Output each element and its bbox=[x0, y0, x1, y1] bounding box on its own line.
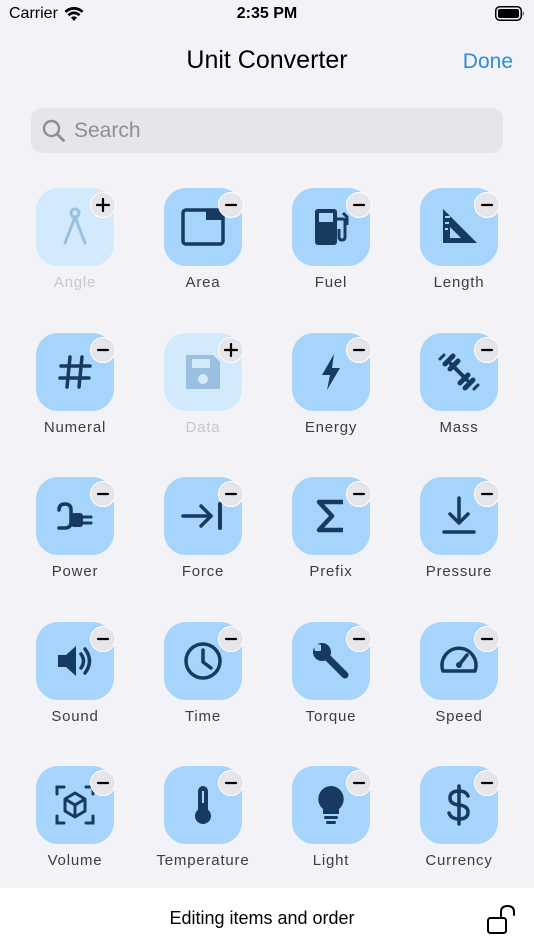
grid-item-angle[interactable]: Angle bbox=[11, 188, 139, 333]
minus-icon bbox=[352, 348, 366, 351]
minus-icon bbox=[480, 492, 494, 496]
item-label: Force bbox=[181, 563, 225, 580]
search-input[interactable] bbox=[74, 118, 474, 143]
minus-icon bbox=[224, 203, 238, 207]
grid-item-area[interactable]: Area bbox=[139, 188, 267, 333]
page-title: Unit Converter bbox=[186, 46, 348, 74]
remove-badge[interactable] bbox=[346, 481, 372, 507]
item-label: Time bbox=[185, 707, 221, 725]
grid-item-mass[interactable]: Mass bbox=[395, 332, 523, 478]
remove-badge[interactable] bbox=[90, 481, 116, 507]
add-badge[interactable] bbox=[218, 336, 244, 363]
remove-badge[interactable] bbox=[474, 336, 500, 363]
minus-icon bbox=[96, 781, 110, 785]
remove-badge[interactable] bbox=[218, 770, 244, 796]
status-bar: Carrier 2:35 PM bbox=[0, 0, 534, 28]
status-time: 2:35 PM bbox=[236, 5, 298, 22]
plus-icon bbox=[96, 198, 110, 212]
search-icon bbox=[42, 119, 65, 142]
grid-item-prefix[interactable]: Prefix bbox=[267, 477, 395, 622]
converter-grid: Angle Area Fuel Length Numeral Data Ener… bbox=[11, 188, 523, 911]
minus-icon bbox=[352, 637, 366, 640]
minus-icon bbox=[352, 203, 366, 207]
remove-badge[interactable] bbox=[474, 625, 500, 652]
item-label: Fuel bbox=[314, 274, 348, 291]
remove-badge[interactable] bbox=[474, 481, 500, 507]
grid-item-time[interactable]: Time bbox=[139, 621, 267, 767]
grid-item-force[interactable]: Force bbox=[139, 477, 267, 622]
minus-icon bbox=[224, 637, 238, 640]
grid-item-power[interactable]: Power bbox=[11, 477, 139, 622]
item-label: Prefix bbox=[309, 563, 353, 580]
grid-item-numeral[interactable]: Numeral bbox=[11, 332, 139, 478]
plus-icon bbox=[224, 342, 238, 357]
grid-item-torque[interactable]: Torque bbox=[267, 621, 395, 767]
item-label: Pressure bbox=[425, 563, 493, 580]
grid-item-length[interactable]: Length bbox=[395, 188, 523, 333]
item-label: Power bbox=[51, 563, 99, 580]
minus-icon bbox=[480, 781, 494, 785]
remove-badge[interactable] bbox=[218, 481, 244, 507]
minus-icon bbox=[480, 203, 494, 207]
item-label: Numeral bbox=[43, 418, 107, 436]
battery-icon bbox=[495, 6, 524, 21]
item-label: Length bbox=[433, 274, 485, 291]
done-button[interactable]: Done bbox=[463, 50, 513, 74]
remove-badge[interactable] bbox=[346, 770, 372, 796]
item-label: Area bbox=[185, 274, 221, 291]
item-label: Sound bbox=[51, 707, 99, 725]
grid-item-sound[interactable]: Sound bbox=[11, 621, 139, 767]
search-bar[interactable] bbox=[31, 108, 503, 153]
remove-badge[interactable] bbox=[90, 625, 116, 652]
grid-item-energy[interactable]: Energy bbox=[267, 332, 395, 478]
minus-icon bbox=[96, 492, 110, 496]
remove-badge[interactable] bbox=[346, 336, 372, 363]
remove-badge[interactable] bbox=[346, 625, 372, 652]
remove-badge[interactable] bbox=[474, 192, 500, 218]
item-label: Angle bbox=[53, 274, 97, 291]
editing-status: Editing items and order bbox=[169, 908, 355, 928]
minus-icon bbox=[96, 348, 110, 351]
remove-badge[interactable] bbox=[346, 192, 372, 218]
add-badge[interactable] bbox=[90, 192, 116, 218]
item-label: Data bbox=[185, 418, 221, 436]
minus-icon bbox=[352, 781, 366, 785]
grid-item-speed[interactable]: Speed bbox=[395, 621, 523, 767]
grid-item-data[interactable]: Data bbox=[139, 332, 267, 478]
grid-item-fuel[interactable]: Fuel bbox=[267, 188, 395, 333]
item-label: Temperature bbox=[156, 852, 250, 869]
minus-icon bbox=[352, 492, 366, 496]
grid-item-pressure[interactable]: Pressure bbox=[395, 477, 523, 622]
minus-icon bbox=[480, 637, 494, 640]
item-label: Mass bbox=[439, 418, 479, 436]
minus-icon bbox=[480, 348, 494, 351]
item-label: Speed bbox=[435, 707, 483, 725]
remove-badge[interactable] bbox=[218, 192, 244, 218]
minus-icon bbox=[96, 637, 110, 640]
item-label: Energy bbox=[304, 418, 358, 436]
footer-bar: Editing items and order bbox=[0, 888, 534, 950]
item-label: Torque bbox=[305, 707, 357, 725]
minus-icon bbox=[224, 492, 238, 496]
remove-badge[interactable] bbox=[90, 336, 116, 363]
remove-badge[interactable] bbox=[218, 625, 244, 652]
minus-icon bbox=[224, 781, 238, 785]
item-label: Light bbox=[312, 852, 350, 869]
remove-badge[interactable] bbox=[90, 770, 116, 796]
item-label: Currency bbox=[425, 852, 493, 869]
unlock-icon[interactable] bbox=[486, 903, 518, 935]
item-label: Volume bbox=[47, 852, 103, 869]
remove-badge[interactable] bbox=[474, 770, 500, 796]
